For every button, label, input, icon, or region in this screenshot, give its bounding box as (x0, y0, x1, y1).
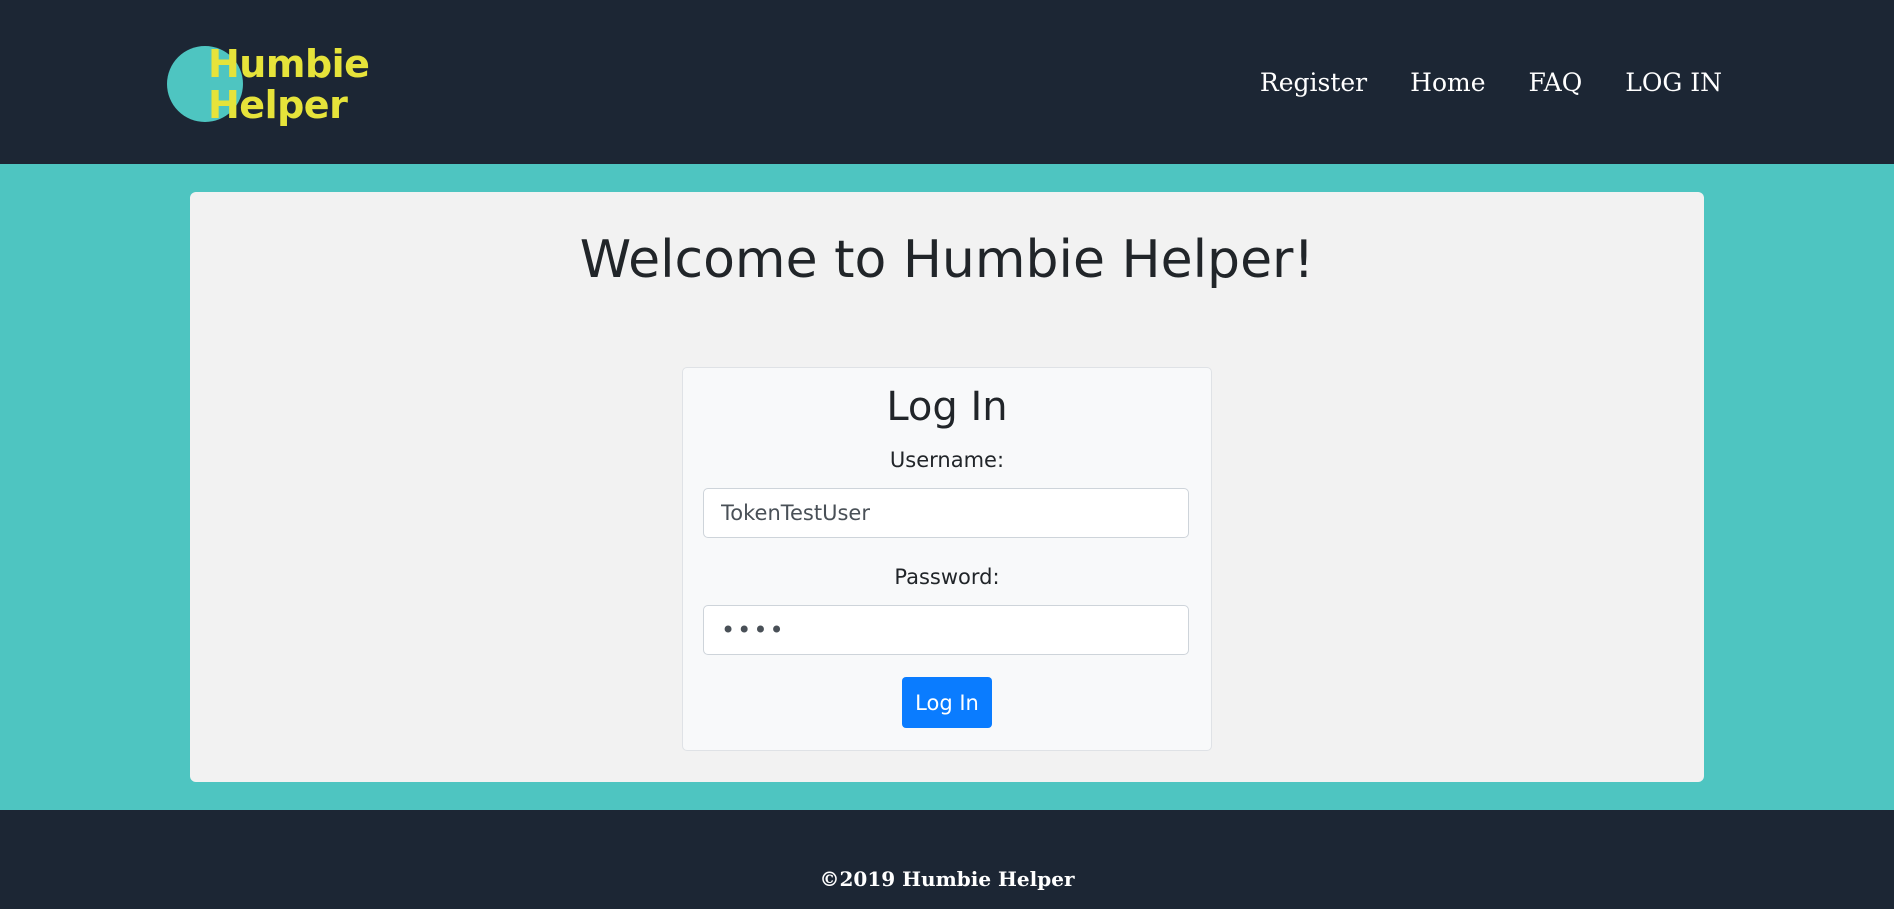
password-label: Password: (894, 565, 1000, 589)
nav-home[interactable]: Home (1410, 66, 1485, 100)
logo[interactable]: Humbie Helper (167, 42, 370, 132)
nav-login[interactable]: LOG IN (1625, 66, 1722, 100)
username-input[interactable] (703, 488, 1189, 538)
logo-line-2: Helper (208, 83, 348, 127)
login-form: Log In Username: Password: Log In (682, 367, 1212, 751)
main-area: Welcome to Humbie Helper! Log In Usernam… (0, 164, 1894, 810)
login-title: Log In (886, 384, 1008, 430)
login-button[interactable]: Log In (902, 677, 992, 728)
site-footer: ©2019 Humbie Helper (0, 810, 1894, 909)
logo-line-1: Humbie (208, 42, 370, 86)
logo-text: Humbie Helper (208, 42, 370, 127)
nav-register[interactable]: Register (1260, 66, 1367, 100)
page-title: Welcome to Humbie Helper! (579, 230, 1315, 290)
password-input[interactable] (703, 605, 1189, 655)
main-nav: Register Home FAQ LOG IN (1260, 66, 1722, 100)
site-header: Humbie Helper Register Home FAQ LOG IN (0, 0, 1894, 164)
nav-faq[interactable]: FAQ (1529, 66, 1583, 100)
content-panel: Welcome to Humbie Helper! Log In Usernam… (190, 192, 1704, 782)
copyright-text: ©2019 Humbie Helper (819, 867, 1075, 891)
username-label: Username: (889, 448, 1005, 472)
